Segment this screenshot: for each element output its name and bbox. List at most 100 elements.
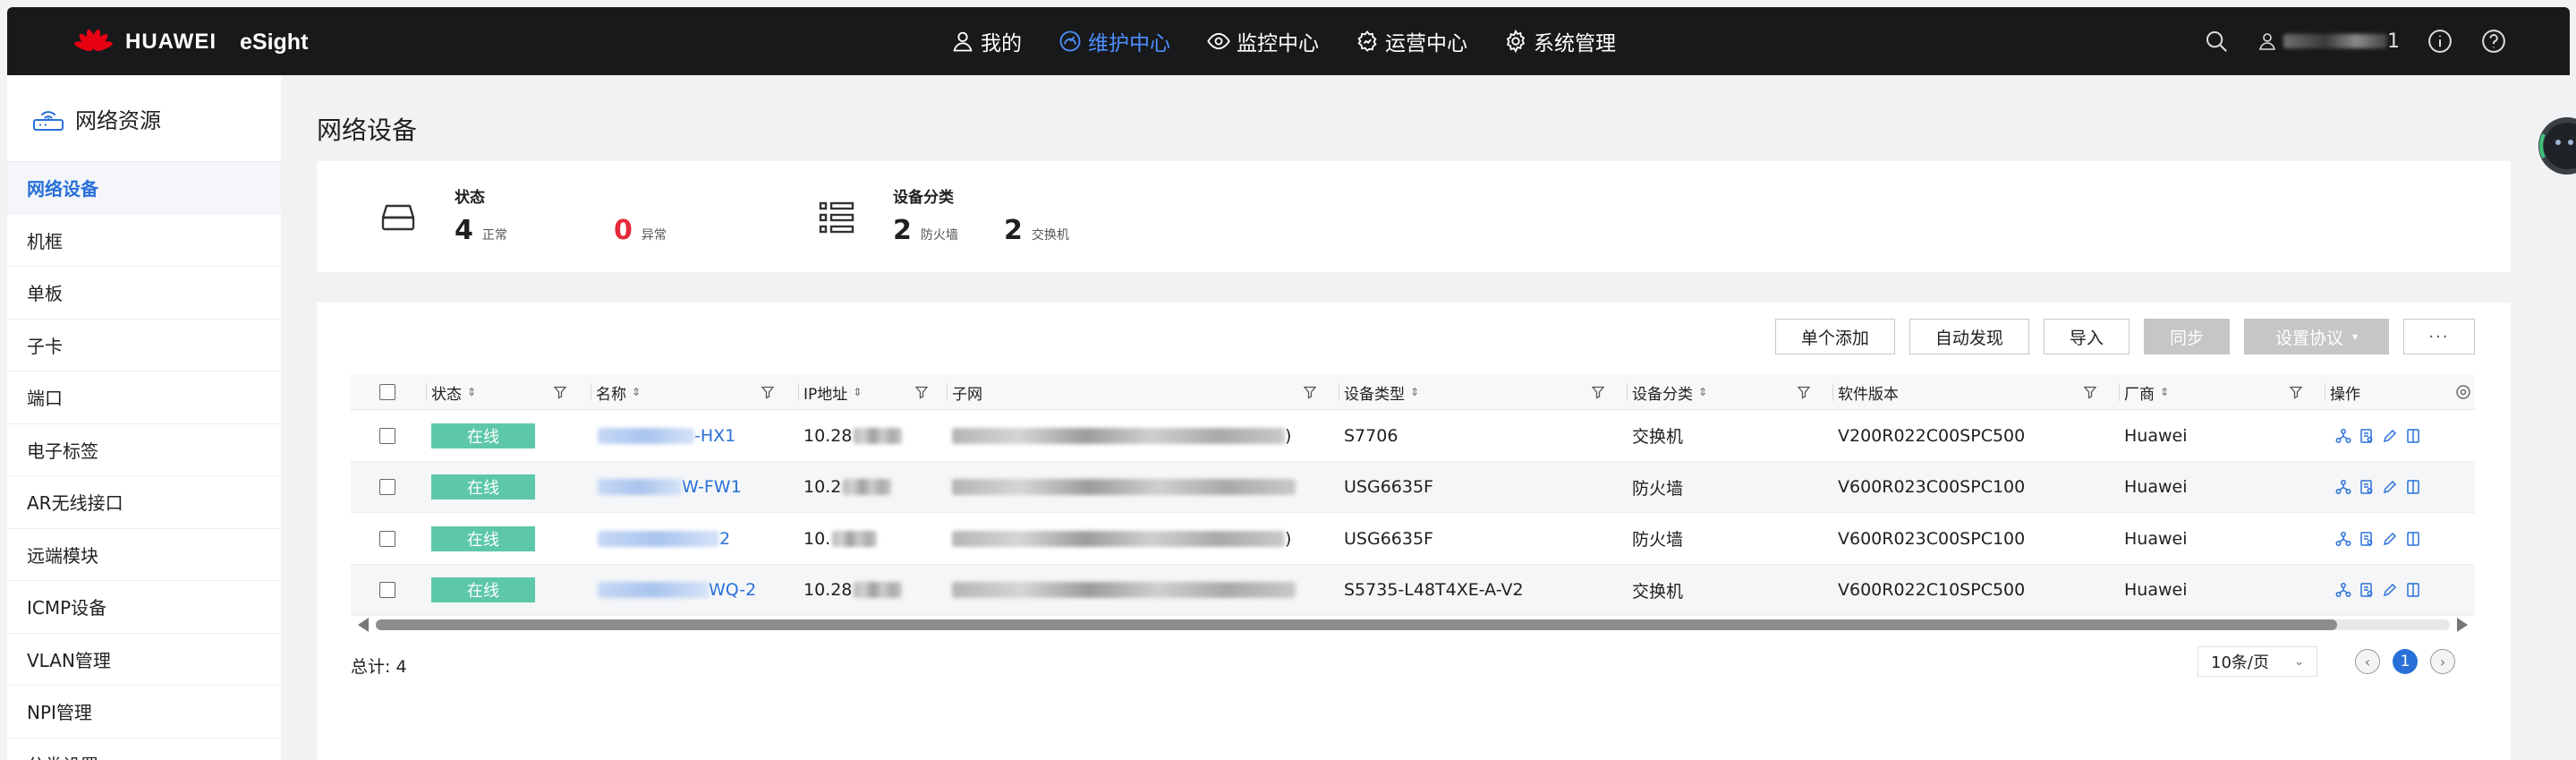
select-all-checkbox[interactable] xyxy=(379,384,395,400)
topology-icon[interactable] xyxy=(2335,428,2351,444)
sidebar-item-network-device[interactable]: 网络设备 xyxy=(7,162,281,215)
sidebar-item-vlan[interactable]: VLAN管理 xyxy=(7,634,281,686)
panel-icon[interactable] xyxy=(2405,582,2421,598)
normal-count[interactable]: 4 正常 xyxy=(455,215,507,246)
redacted-text xyxy=(843,479,892,495)
table-row[interactable]: 在线 -HX1 10.28 ) S7706 交换机 V200R022C00SPC… xyxy=(351,410,2475,462)
info-icon[interactable] xyxy=(2427,28,2453,55)
details-icon[interactable] xyxy=(2359,582,2375,598)
assistant-widget-icon[interactable] xyxy=(2526,115,2576,177)
huawei-logo[interactable]: HUAWEI eSight xyxy=(70,27,308,57)
panel-icon[interactable] xyxy=(2405,531,2421,547)
page-number-current[interactable]: 1 xyxy=(2393,649,2418,674)
details-icon[interactable] xyxy=(2359,531,2375,547)
device-name-link[interactable]: 2 xyxy=(598,513,730,564)
col-software[interactable]: 软件版本 xyxy=(1838,374,1899,410)
sort-icon: ⇕ xyxy=(1410,386,1420,398)
gear-chart-icon xyxy=(1357,30,1377,52)
sidebar-item-e-label[interactable]: 电子标签 xyxy=(7,424,281,476)
sidebar-item-port[interactable]: 端口 xyxy=(7,371,281,424)
set-protocol-button[interactable]: 设置协议 ▾ xyxy=(2243,319,2389,354)
sync-button[interactable]: 同步 xyxy=(2143,319,2230,354)
abnormal-count[interactable]: 0 异常 xyxy=(614,215,667,246)
search-icon[interactable] xyxy=(2203,28,2230,55)
table-row[interactable]: 在线 WQ-2 10.28 S5735-L48T4XE-A-V2 交换机 V60… xyxy=(351,564,2475,616)
topology-icon[interactable] xyxy=(2335,582,2351,598)
column-settings-icon[interactable] xyxy=(2455,384,2471,400)
col-vendor[interactable]: 厂商 ⇕ xyxy=(2124,374,2169,410)
nav-system[interactable]: 系统管理 xyxy=(1503,26,1616,56)
row-checkbox[interactable] xyxy=(379,530,395,547)
sidebar-item-category-settings[interactable]: 分类设置 xyxy=(7,739,281,760)
row-ops xyxy=(2335,513,2421,564)
filter-icon[interactable] xyxy=(761,385,775,399)
col-category[interactable]: 设备分类 ⇕ xyxy=(1632,374,1707,410)
row-ops xyxy=(2335,462,2421,513)
list-icon xyxy=(819,201,854,234)
sidebar-item-board[interactable]: 单板 xyxy=(7,267,281,320)
help-icon[interactable] xyxy=(2480,28,2507,55)
prev-page-button[interactable]: ‹ xyxy=(2355,649,2380,674)
table-row[interactable]: 在线 W-FW1 10.2 USG6635F 防火墙 V600R023C00SP… xyxy=(351,461,2475,513)
stats-card: 状态 4 正常 0 异常 设备分类 2 防火墙 2 交换机 xyxy=(317,161,2511,272)
filter-icon[interactable] xyxy=(1303,385,1317,399)
col-subnet[interactable]: 子网 xyxy=(952,374,982,410)
filter-icon[interactable] xyxy=(1591,385,1605,399)
details-icon[interactable] xyxy=(2359,479,2375,495)
sidebar-item-chassis[interactable]: 机框 xyxy=(7,215,281,267)
filter-icon[interactable] xyxy=(2083,385,2097,399)
col-device-type[interactable]: 设备类型 ⇕ xyxy=(1344,374,1419,410)
edit-icon[interactable] xyxy=(2382,479,2398,495)
import-button[interactable]: 导入 xyxy=(2043,319,2130,354)
redacted-text xyxy=(854,582,903,598)
more-button[interactable]: ··· xyxy=(2403,319,2475,354)
nav-my[interactable]: 我的 xyxy=(950,26,1022,56)
sidebar-header: 网络资源 xyxy=(7,75,281,162)
edit-icon[interactable] xyxy=(2382,531,2398,547)
user-icon xyxy=(953,31,973,52)
auto-discover-button[interactable]: 自动发现 xyxy=(1909,319,2029,354)
nav-label: 运营中心 xyxy=(1385,32,1467,56)
filter-icon[interactable] xyxy=(1797,385,1811,399)
table-row[interactable]: 在线 2 10. ) USG6635F 防火墙 V600R023C00SPC10… xyxy=(351,513,2475,565)
row-checkbox[interactable] xyxy=(379,427,395,444)
page-size-select[interactable]: 10条/页 ⌄ xyxy=(2198,646,2317,677)
nav-maintenance[interactable]: 维护中心 xyxy=(1058,26,1170,56)
filter-icon[interactable] xyxy=(553,385,567,399)
sidebar-item-subcard[interactable]: 子卡 xyxy=(7,320,281,371)
add-single-button[interactable]: 单个添加 xyxy=(1774,319,1895,354)
edit-icon[interactable] xyxy=(2382,428,2398,444)
device-table: 状态 ⇕ 名称 ⇕ IP地址 ⇕ 子网 设备类型 ⇕ 设备分类 ⇕ 软件版本 厂商 ⇕ 操作 xyxy=(351,374,2475,616)
row-checkbox[interactable] xyxy=(379,479,395,495)
horizontal-scrollbar[interactable] xyxy=(351,616,2475,634)
col-name[interactable]: 名称 ⇕ xyxy=(596,374,641,410)
sidebar-item-ar-wireless[interactable]: AR无线接口 xyxy=(7,476,281,529)
filter-icon[interactable] xyxy=(2289,385,2303,399)
device-name-link[interactable]: WQ-2 xyxy=(598,565,756,616)
nav-operations[interactable]: 运营中心 xyxy=(1355,26,1467,56)
device-name-link[interactable]: W-FW1 xyxy=(598,462,742,513)
scroll-right-arrow[interactable] xyxy=(2457,618,2468,632)
col-status[interactable]: 状态 ⇕ xyxy=(431,374,476,410)
row-checkbox[interactable] xyxy=(379,582,395,598)
next-page-button[interactable]: › xyxy=(2430,649,2455,674)
device-name-link[interactable]: -HX1 xyxy=(598,410,735,461)
firewall-count[interactable]: 2 防火墙 xyxy=(893,215,958,246)
sidebar-item-npi[interactable]: NPI管理 xyxy=(7,686,281,739)
user-menu[interactable]: 1 xyxy=(2257,30,2400,53)
edit-icon[interactable] xyxy=(2382,582,2398,598)
col-ip[interactable]: IP地址 ⇕ xyxy=(803,374,862,410)
filter-icon[interactable] xyxy=(914,385,929,399)
sidebar-item-remote-module[interactable]: 远端模块 xyxy=(7,529,281,581)
scroll-left-arrow[interactable] xyxy=(358,618,369,632)
topology-icon[interactable] xyxy=(2335,531,2351,547)
panel-icon[interactable] xyxy=(2405,479,2421,495)
panel-icon[interactable] xyxy=(2405,428,2421,444)
details-icon[interactable] xyxy=(2359,428,2375,444)
nav-monitor[interactable]: 监控中心 xyxy=(1206,26,1319,56)
scroll-thumb[interactable] xyxy=(376,619,2337,630)
switch-count[interactable]: 2 交换机 xyxy=(1004,215,1069,246)
sidebar-item-icmp[interactable]: ICMP设备 xyxy=(7,581,281,634)
scroll-track[interactable] xyxy=(376,619,2450,630)
topology-icon[interactable] xyxy=(2335,479,2351,495)
